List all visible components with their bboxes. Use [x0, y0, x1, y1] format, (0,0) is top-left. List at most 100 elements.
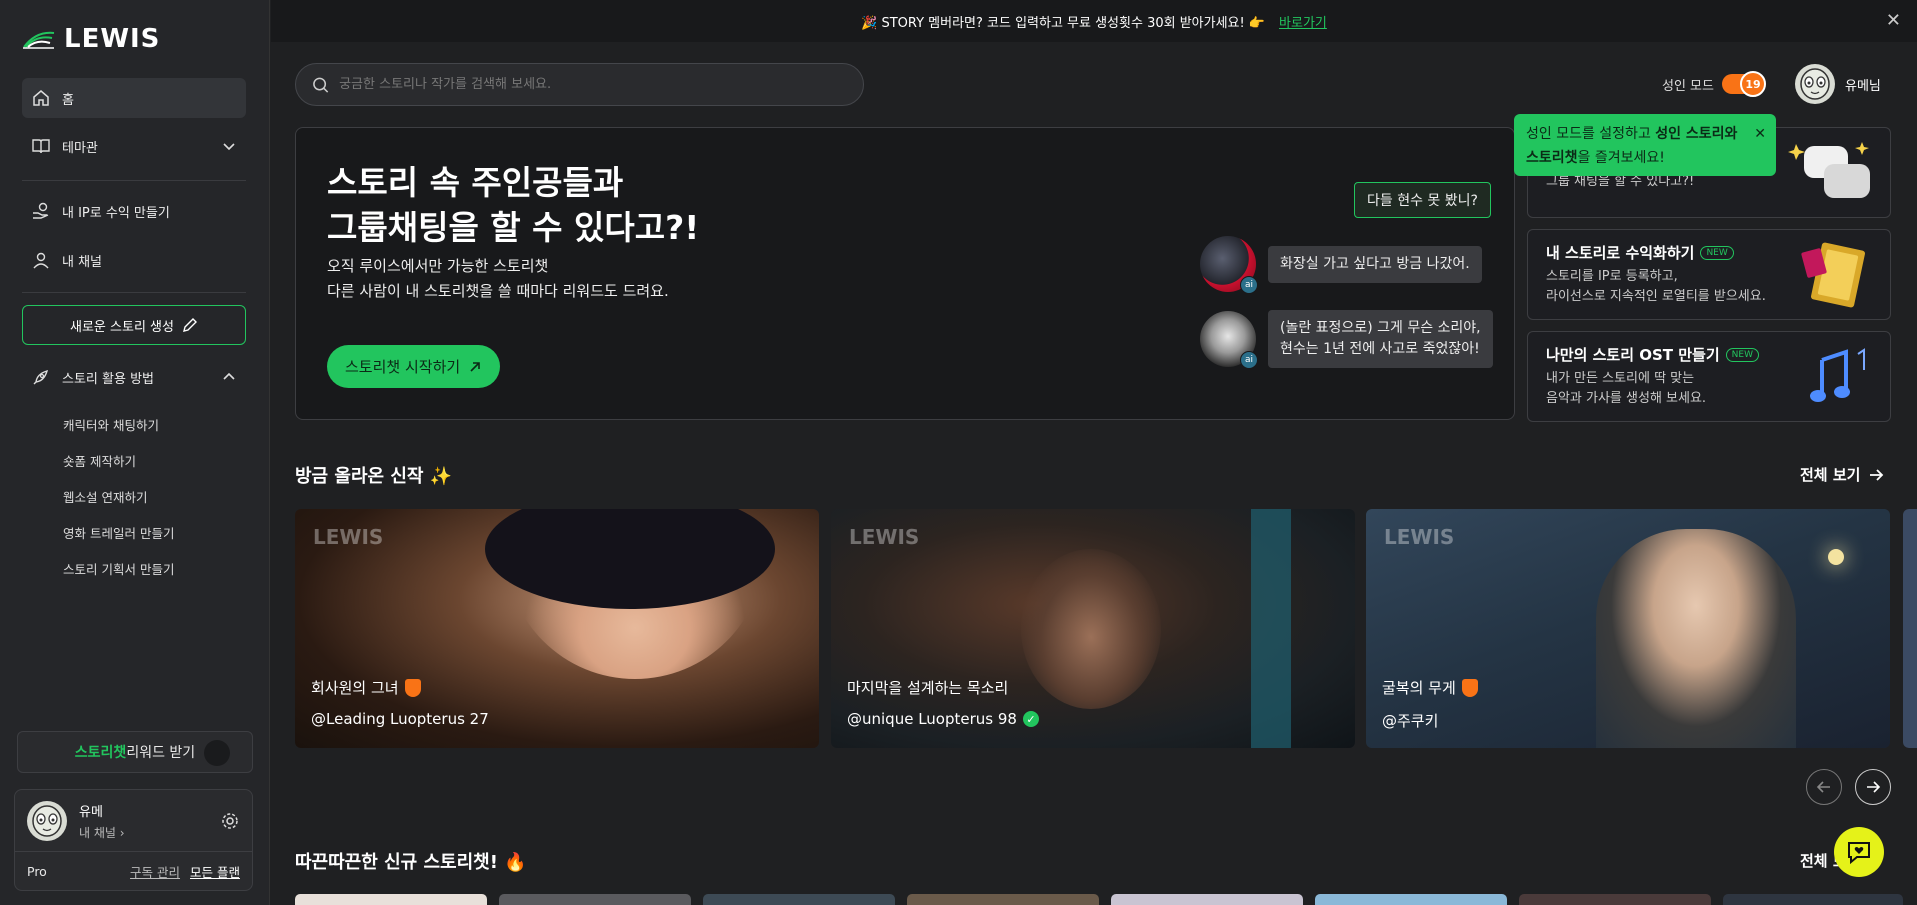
sidebar-item-channel[interactable]: 내 채널 [22, 240, 246, 280]
watermark: LEWIS [849, 525, 920, 549]
alien-avatar-icon [32, 804, 62, 837]
chat-bubble: (놀란 표정으로) 그게 무슨 소리야, 현수는 1년 전에 사고로 죽었잖아! [1268, 310, 1493, 368]
chevron-down-icon [223, 143, 235, 151]
story-card[interactable]: LEWIS 회사원의 그녀 @Leading Luopterus 27 [295, 509, 819, 748]
tooltip-bold: 성인 스토리와 [1655, 126, 1738, 142]
chat-thumb[interactable] [295, 894, 487, 905]
story-card-art [1021, 549, 1161, 709]
alien-avatar-icon [1800, 68, 1830, 100]
header-user[interactable]: 유메님 [1795, 64, 1881, 104]
home-icon [33, 90, 49, 106]
watermark: LEWIS [1384, 525, 1455, 549]
promo-banner: 🎉 STORY 멤버라면? 코드 입력하고 무료 생성횟수 30회 받아가세요!… [271, 0, 1917, 42]
new-story-label: 새로운 스토리 생성 [70, 319, 174, 335]
hero-banner: 스토리 속 주인공들과 그룹채팅을 할 수 있다고?! 오직 루이스에서만 가능한… [295, 127, 1515, 420]
chat-bubbles-icon [1788, 142, 1870, 198]
see-all-new-works-link[interactable]: 전체 보기 [1800, 464, 1884, 485]
tooltip-text: 을 즐겨보세요! [1577, 150, 1665, 166]
support-chat-button[interactable] [1834, 827, 1884, 877]
reward-label: 리워드 받기 [126, 745, 196, 761]
sidebar-item-label: 내 채널 [62, 254, 103, 270]
character-avatar: ai [1200, 311, 1258, 369]
cta-label: 스토리챗 시작하기 [345, 358, 461, 376]
start-storychat-button[interactable]: 스토리챗 시작하기 [327, 345, 501, 388]
adult-mode-tooltip: 성인 모드를 설정하고 성인 스토리와 스토리챗을 즐겨보세요! ✕ [1514, 114, 1776, 176]
sidebar-item-label: 홈 [62, 92, 74, 108]
chat-tag: 다들 현수 못 봤니? [1354, 182, 1491, 218]
sidebar-item-ip[interactable]: 내 IP로 수익 만들기 [22, 191, 246, 231]
see-all-label: 전체 보기 [1800, 466, 1861, 484]
chat-thumb[interactable] [1315, 894, 1507, 905]
new-story-button[interactable]: 새로운 스토리 생성 [22, 305, 246, 345]
sidebar: LEWIS 홈 테마관 내 IP로 수익 만들기 내 채널 새로운 스토리 생성… [0, 0, 270, 905]
app: LEWIS 홈 테마관 내 IP로 수익 만들기 내 채널 새로운 스토리 생성… [0, 0, 1917, 905]
new-badge: NEW [1700, 245, 1734, 260]
sidebar-subitem-webnovel[interactable]: 웹소설 연재하기 [63, 487, 147, 506]
story-card-art [1596, 529, 1796, 748]
sidebar-subitem-proposal[interactable]: 스토리 기획서 만들기 [63, 559, 174, 578]
story-author[interactable]: @Leading Luopterus 27 [311, 710, 489, 728]
adult-badge-icon [404, 678, 421, 697]
user-name: 유메 [79, 804, 103, 820]
carousel-prev-button[interactable] [1806, 769, 1842, 805]
avatar[interactable] [27, 800, 67, 841]
close-icon[interactable]: ✕ [1754, 122, 1766, 146]
lamp-light [1828, 549, 1844, 565]
rocket-icon [33, 369, 49, 385]
reward-button[interactable]: 스토리챗 리워드 받기 [17, 731, 253, 773]
user-channel-link[interactable]: 내 채널 › [79, 824, 125, 841]
adult-mode-toggle[interactable]: 19 [1721, 71, 1766, 97]
chat-bubble: 화장실 가고 싶다고 방금 나갔어. [1268, 245, 1482, 283]
chat-thumb[interactable] [703, 894, 895, 905]
chat-message: ai 화장실 가고 싶다고 방금 나갔어. [1200, 236, 1482, 294]
manage-subscription-link[interactable]: 구독 관리 [130, 862, 180, 881]
story-card-peek[interactable] [1903, 509, 1917, 748]
ai-badge: ai [1240, 351, 1258, 369]
header-user-name: 유메님 [1845, 78, 1881, 94]
user-info[interactable]: 유메 내 채널 › [79, 801, 125, 841]
search-bar[interactable] [295, 63, 864, 106]
gold-card-icon [1801, 242, 1865, 308]
carousel-next-button[interactable] [1855, 769, 1891, 805]
side-card-ost[interactable]: 나만의 스토리 OST 만들기 NEW 내가 만든 스토리에 딱 맞는 음악과 가사… [1527, 331, 1891, 422]
hero-title: 스토리 속 주인공들과 그룹채팅을 할 수 있다고?! [327, 163, 700, 247]
sidebar-item-howto[interactable]: 스토리 활용 방법 [22, 357, 246, 397]
side-card-monetize[interactable]: 내 스토리로 수익화하기 NEW 스토리를 IP로 등록하고, 라이선스로 지속적인… [1527, 229, 1891, 320]
arrow-right-icon [1867, 781, 1881, 793]
chat-thumb[interactable] [499, 894, 691, 905]
arrow-right-icon [1870, 468, 1884, 481]
search-input[interactable] [339, 77, 847, 92]
sidebar-item-home[interactable]: 홈 [22, 78, 246, 118]
promo-link[interactable]: 바로가기 [1279, 12, 1327, 31]
tooltip-text: 성인 모드를 설정하고 [1526, 126, 1656, 142]
watermark: LEWIS [313, 525, 384, 549]
sidebar-item-label: 내 IP로 수익 만들기 [62, 205, 170, 221]
logo[interactable]: LEWIS [22, 24, 160, 54]
hero-description: 오직 루이스에서만 가능한 스토리챗 다른 사람이 내 스토리챗을 쓸 때마다 리… [327, 257, 669, 300]
story-card-art [1251, 509, 1291, 748]
chat-message: ai (놀란 표정으로) 그게 무슨 소리야, 현수는 1년 전에 사고로 죽었잖… [1200, 310, 1493, 369]
sidebar-subitem-shortform[interactable]: 숏폼 제작하기 [63, 451, 136, 470]
story-card[interactable]: LEWIS 굴복의 무게 @주쿠키 [1366, 509, 1890, 748]
close-icon[interactable]: ✕ [1886, 10, 1901, 31]
chat-thumb[interactable] [1723, 894, 1903, 905]
story-author[interactable]: @unique Luopterus 98 ✓ [847, 710, 1039, 728]
adult-mode: 성인 모드 19 [1662, 71, 1766, 97]
sidebar-subitem-trailer[interactable]: 영화 트레일러 만들기 [63, 523, 174, 542]
chat-thumb[interactable] [1519, 894, 1711, 905]
chat-thumb[interactable] [1111, 894, 1303, 905]
sidebar-item-theme[interactable]: 테마관 [22, 126, 246, 166]
story-card[interactable]: LEWIS 마지막을 설계하는 목소리 @unique Luopterus 98… [831, 509, 1355, 748]
all-plans-link[interactable]: 모든 플랜 [190, 862, 240, 881]
story-author[interactable]: @주쿠키 [1382, 710, 1438, 731]
heart-chat-icon [1848, 842, 1870, 865]
adult-mode-label: 성인 모드 [1662, 78, 1714, 94]
chat-thumb[interactable] [907, 894, 1099, 905]
story-title: 마지막을 설계하는 목소리 [847, 679, 1009, 697]
book-icon [32, 139, 50, 154]
sidebar-subitem-chat[interactable]: 캐릭터와 채팅하기 [63, 415, 159, 434]
lewis-logo-icon [23, 31, 55, 49]
gear-icon[interactable] [220, 811, 240, 831]
avatar [1795, 64, 1835, 104]
section-title-hot-chats: 따끈따끈한 신규 스토리챗! 🔥 [295, 852, 527, 873]
